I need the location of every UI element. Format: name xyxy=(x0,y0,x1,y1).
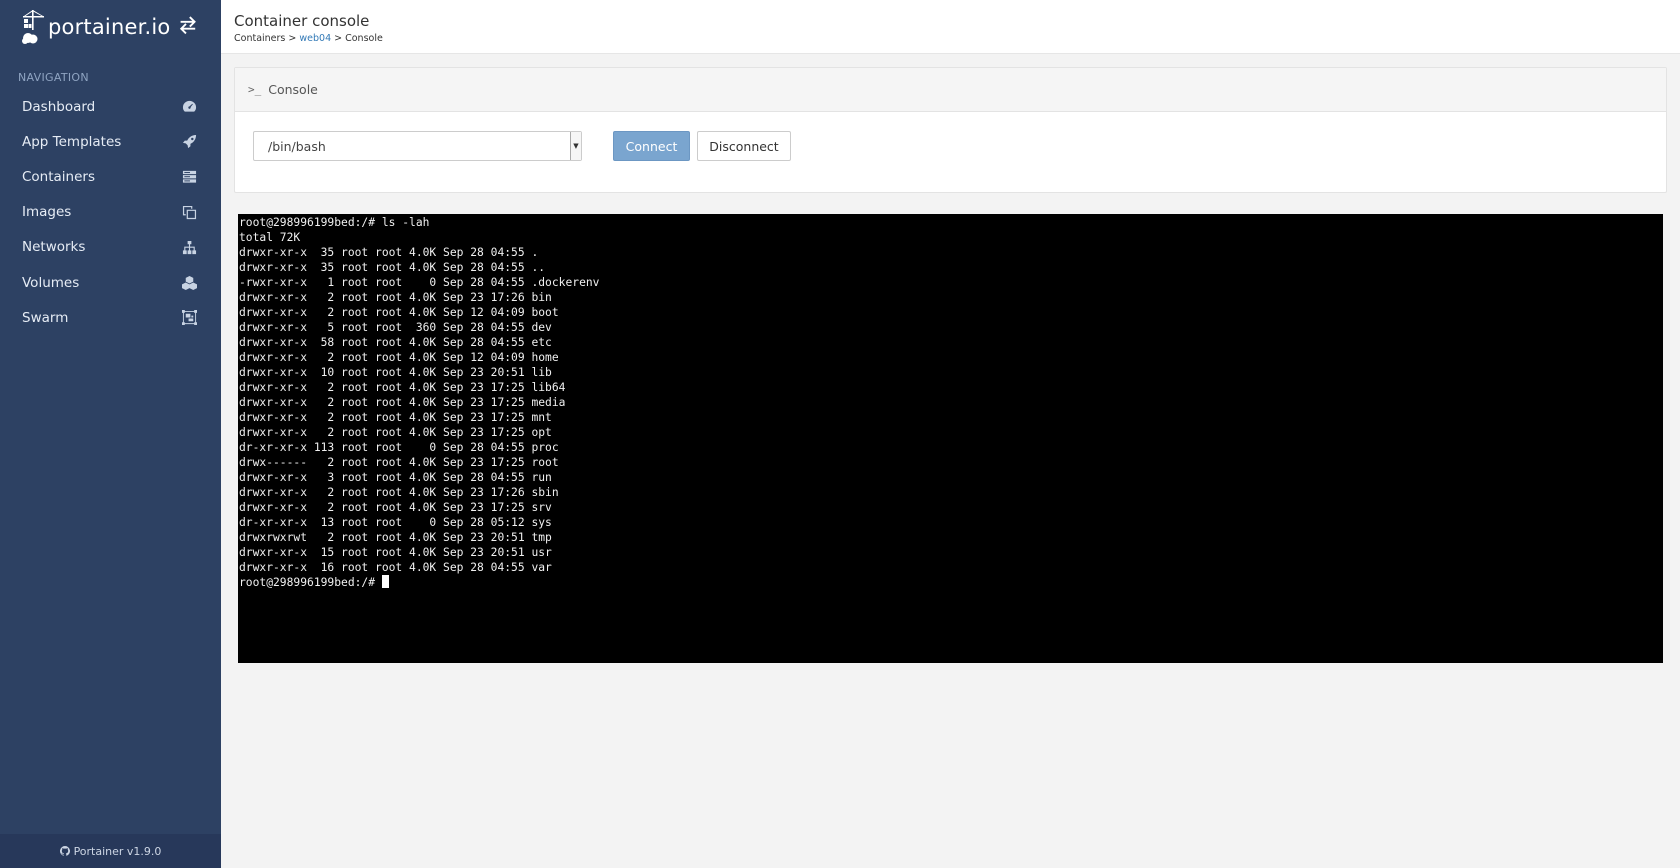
terminal-line: dr-xr-xr-x 13 root root 0 Sep 28 05:12 s… xyxy=(239,516,552,529)
sidebar-item-label: Images xyxy=(22,204,72,221)
brand: portainer.io xyxy=(0,0,221,54)
version-label: Portainer v1.9.0 xyxy=(73,844,162,858)
sidebar-item-label: App Templates xyxy=(22,133,122,150)
sidebar-item-label: Networks xyxy=(22,239,86,256)
breadcrumb-current: Console xyxy=(345,33,383,44)
portainer-crane-icon xyxy=(22,10,44,44)
page-title: Container console xyxy=(234,12,370,30)
breadcrumb-container-link[interactable]: web04 xyxy=(299,33,331,44)
exchange-icon[interactable] xyxy=(177,16,199,36)
sidebar-item-label: Swarm xyxy=(22,309,69,326)
breadcrumb-containers: Containers xyxy=(234,33,286,44)
sidebar-item-label: Volumes xyxy=(22,274,80,291)
sidebar-item-networks[interactable]: Networks xyxy=(0,230,221,265)
shell-select-value: /bin/bash xyxy=(268,138,326,154)
terminal-icon: >_ xyxy=(248,83,262,96)
terminal-line: drwxr-xr-x 2 root root 4.0K Sep 12 04:09… xyxy=(239,351,559,364)
terminal-line: root@298996199bed:/# ls -lah xyxy=(239,216,430,229)
page-header: Container console Containers > web04 > C… xyxy=(221,0,1680,54)
terminal-line: drwxr-xr-x 15 root root 4.0K Sep 23 20:5… xyxy=(239,546,552,559)
sidebar-item-images[interactable]: Images xyxy=(0,195,221,230)
server-icon xyxy=(181,169,197,185)
terminal-line: drwxr-xr-x 35 root root 4.0K Sep 28 04:5… xyxy=(239,246,539,259)
terminal-line: drwxrwxrwt 2 root root 4.0K Sep 23 20:51… xyxy=(239,531,552,544)
sidebar-item-app-templates[interactable]: App Templates xyxy=(0,124,221,159)
terminal-line: drwxr-xr-x 5 root root 360 Sep 28 04:55 … xyxy=(239,321,552,334)
terminal-line: drwxr-xr-x 58 root root 4.0K Sep 28 04:5… xyxy=(239,336,552,349)
github-icon xyxy=(59,846,70,856)
terminal-line: drwxr-xr-x 2 root root 4.0K Sep 23 17:25… xyxy=(239,501,552,514)
terminal-line: drwxr-xr-x 2 root root 4.0K Sep 12 04:09… xyxy=(239,306,559,319)
widget-body: /bin/bash ▼ Connect Disconnect xyxy=(235,112,1666,192)
terminal-line: drwxr-xr-x 2 root root 4.0K Sep 23 17:25… xyxy=(239,426,552,439)
widget-header: >_ Console xyxy=(235,68,1666,112)
cubes-icon xyxy=(181,275,197,291)
rocket-icon xyxy=(181,134,197,150)
tachometer-icon xyxy=(181,99,197,115)
terminal-prompt: root@298996199bed:/# xyxy=(239,576,382,589)
terminal-line: drwxr-xr-x 2 root root 4.0K Sep 23 17:26… xyxy=(239,291,552,304)
terminal[interactable]: root@298996199bed:/# ls -lah total 72K drw… xyxy=(238,214,1663,663)
sidebar-item-dashboard[interactable]: Dashboard xyxy=(0,89,221,124)
terminal-line: drwxr-xr-x 35 root root 4.0K Sep 28 04:5… xyxy=(239,261,546,274)
terminal-line: drwxr-xr-x 2 root root 4.0K Sep 23 17:25… xyxy=(239,396,566,409)
sidebar-item-label: Containers xyxy=(22,168,96,185)
portainer-logo[interactable]: portainer.io xyxy=(20,8,170,46)
breadcrumb: Containers > web04 > Console xyxy=(234,33,1680,44)
terminal-line: drwx------ 2 root root 4.0K Sep 23 17:25… xyxy=(239,456,559,469)
terminal-line: -rwxr-xr-x 1 root root 0 Sep 28 04:55 .d… xyxy=(239,276,600,289)
terminal-line: drwxr-xr-x 2 root root 4.0K Sep 23 17:26… xyxy=(239,486,559,499)
terminal-line: drwxr-xr-x 2 root root 4.0K Sep 23 17:25… xyxy=(239,381,566,394)
clone-icon xyxy=(181,204,197,220)
connect-button[interactable]: Connect xyxy=(613,131,690,161)
sidebar-footer: Portainer v1.9.0 xyxy=(0,834,221,868)
shell-select[interactable]: /bin/bash ▼ xyxy=(253,131,582,161)
terminal-line: drwxr-xr-x 3 root root 4.0K Sep 28 04:55… xyxy=(239,471,552,484)
widget-title: Console xyxy=(268,82,318,97)
sidebar-item-containers[interactable]: Containers xyxy=(0,159,221,194)
terminal-line: drwxr-xr-x 2 root root 4.0K Sep 23 17:25… xyxy=(239,411,552,424)
object-group-icon xyxy=(181,310,197,326)
sidebar: portainer.io NAVIGATION Dashboard App Te… xyxy=(0,0,221,868)
sidebar-item-swarm[interactable]: Swarm xyxy=(0,300,221,335)
terminal-cursor xyxy=(381,575,389,588)
terminal-line: drwxr-xr-x 16 root root 4.0K Sep 28 04:5… xyxy=(239,561,552,574)
terminal-prompt-line: root@298996199bed:/# xyxy=(239,575,1663,590)
terminal-line: dr-xr-xr-x 113 root root 0 Sep 28 04:55 … xyxy=(239,441,559,454)
disconnect-button[interactable]: Disconnect xyxy=(697,131,791,161)
breadcrumb-separator: > xyxy=(331,33,346,44)
brand-name: portainer.io xyxy=(48,15,171,39)
nav-title: NAVIGATION xyxy=(18,71,89,84)
nav-list: Dashboard App Templates Containers Image… xyxy=(0,89,221,335)
sidebar-item-label: Dashboard xyxy=(22,98,96,115)
sidebar-item-volumes[interactable]: Volumes xyxy=(0,265,221,300)
console-widget: >_ Console /bin/bash ▼ Connect Disconnec… xyxy=(234,67,1667,193)
terminal-line: drwxr-xr-x 10 root root 4.0K Sep 23 20:5… xyxy=(239,366,552,379)
caret-down-icon: ▼ xyxy=(570,132,581,160)
terminal-line: total 72K xyxy=(239,231,301,244)
breadcrumb-separator: > xyxy=(285,33,300,44)
sitemap-icon xyxy=(181,239,197,255)
